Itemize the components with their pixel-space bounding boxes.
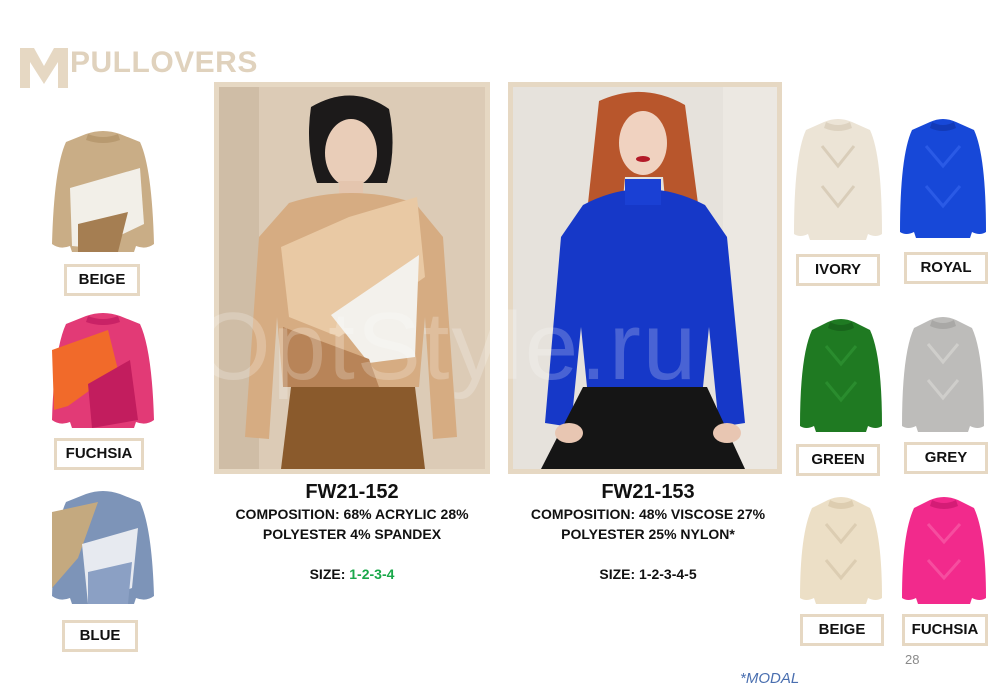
product-info-fw21-152: FW21-152 COMPOSITION: 68% ACRYLIC 28% PO… bbox=[214, 480, 490, 584]
sweater-royal-image bbox=[898, 116, 988, 240]
page-number: 28 bbox=[905, 652, 920, 667]
size-value: 1-2-3-4-5 bbox=[639, 566, 697, 582]
product-code: FW21-152 bbox=[305, 481, 399, 503]
size-label: SIZE: bbox=[599, 566, 636, 582]
sweater-fuchsia-right-image bbox=[900, 494, 988, 606]
product-photo-fw21-152 bbox=[214, 82, 490, 474]
color-label-fuchsia: FUCHSIA bbox=[54, 438, 144, 470]
sweater-blue-image bbox=[48, 488, 158, 606]
sweater-beige-image bbox=[48, 128, 158, 256]
color-label-blue: BLUE bbox=[62, 620, 138, 652]
sweater-grey-image bbox=[900, 314, 986, 434]
color-label-grey: GREY bbox=[904, 442, 988, 474]
page-title: PULLOVERS bbox=[70, 46, 258, 79]
sweater-fuchsia-image bbox=[48, 310, 158, 432]
size-label: SIZE: bbox=[309, 566, 346, 582]
color-label-ivory: IVORY bbox=[796, 254, 880, 286]
sweater-green-image bbox=[798, 316, 884, 434]
composition-line: POLYESTER 4% SPANDEX bbox=[262, 526, 442, 542]
brand-logo-icon bbox=[20, 48, 68, 88]
color-label-beige: BEIGE bbox=[64, 264, 140, 296]
sweater-beige-light-image bbox=[798, 494, 884, 606]
color-label-green: GREEN bbox=[796, 444, 880, 476]
product-photo-fw21-153 bbox=[508, 82, 782, 474]
size-row: SIZE: 1-2-3-4-5 bbox=[508, 564, 788, 584]
color-label-royal: ROYAL bbox=[904, 252, 988, 284]
color-label-fuchsia-right: FUCHSIA bbox=[902, 614, 988, 646]
composition-line: COMPOSITION: 68% ACRYLIC 28% bbox=[235, 506, 469, 522]
product-code: FW21-153 bbox=[601, 481, 695, 503]
size-row: SIZE: 1-2-3-4 bbox=[214, 564, 490, 584]
footnote-modal: *MODAL bbox=[740, 670, 800, 687]
size-value: 1-2-3-4 bbox=[349, 566, 395, 582]
color-label-beige-right: BEIGE bbox=[800, 614, 884, 646]
sweater-ivory-image bbox=[792, 116, 884, 242]
product-info-fw21-153: FW21-153 COMPOSITION: 48% VISCOSE 27% PO… bbox=[508, 480, 788, 584]
composition-line: POLYESTER 25% NYLON* bbox=[561, 526, 735, 542]
composition-line: COMPOSITION: 48% VISCOSE 27% bbox=[530, 506, 766, 522]
